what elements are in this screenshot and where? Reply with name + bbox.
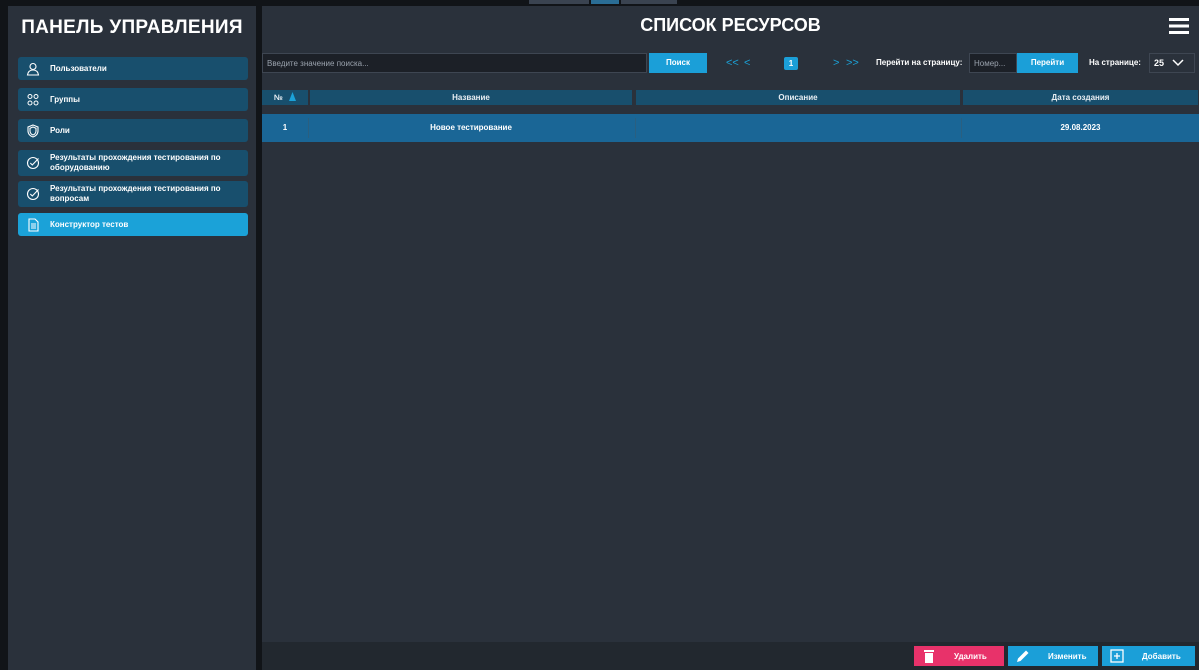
- sidebar-item-label: Группы: [50, 94, 80, 104]
- top-strip: [591, 0, 619, 4]
- shield-icon: [27, 123, 39, 138]
- cell-description: [636, 114, 960, 142]
- pencil-icon: [1017, 650, 1029, 662]
- app-window: ПАНЕЛЬ УПРАВЛЕНИЯ Пользователи Группы Ро…: [0, 0, 1199, 670]
- add-button[interactable]: Добавить: [1102, 646, 1195, 666]
- top-strip: [529, 0, 589, 4]
- column-header-description[interactable]: Описание: [636, 90, 960, 105]
- search-button[interactable]: Поиск: [649, 53, 707, 73]
- cell-date: 29.08.2023: [1060, 123, 1101, 132]
- main-panel: СПИСОК РЕСУРСОВ Поиск << < 1 > >> Перейт…: [262, 6, 1199, 670]
- last-page-button[interactable]: >>: [846, 53, 859, 73]
- cell-divider: [961, 118, 962, 138]
- per-page-value: 25: [1154, 58, 1165, 68]
- check-badge-icon: [26, 187, 40, 201]
- sidebar: ПАНЕЛЬ УПРАВЛЕНИЯ Пользователи Группы Ро…: [8, 6, 256, 670]
- hamburger-menu-icon[interactable]: [1169, 18, 1189, 34]
- cell-divider: [308, 118, 309, 138]
- edit-button[interactable]: Изменить: [1008, 646, 1098, 666]
- plus-square-icon: [1110, 649, 1124, 663]
- sidebar-item-label: Конструктор тестов: [50, 219, 129, 229]
- sidebar-item-label: Пользователи: [50, 63, 107, 73]
- table-row[interactable]: 1 Новое тестирование 29.08.2023: [262, 114, 1199, 142]
- sidebar-item-test-builder[interactable]: Конструктор тестов: [18, 213, 248, 236]
- column-header-name[interactable]: Название: [310, 90, 632, 105]
- column-header-created[interactable]: Дата создания: [963, 90, 1198, 105]
- next-page-button[interactable]: >: [833, 53, 839, 73]
- goto-page-button[interactable]: Перейти: [1017, 53, 1078, 73]
- user-icon: [26, 62, 40, 76]
- edit-label: Изменить: [1048, 651, 1087, 661]
- add-label: Добавить: [1142, 651, 1181, 661]
- trash-icon: [924, 650, 934, 663]
- sidebar-item-label: Роли: [50, 125, 70, 135]
- page-title: СПИСОК РЕСУРСОВ: [640, 15, 821, 35]
- delete-button[interactable]: Удалить: [914, 646, 1004, 666]
- sort-asc-icon: [289, 92, 297, 101]
- main-header: СПИСОК РЕСУРСОВ: [262, 6, 1199, 44]
- sidebar-item-results-questions[interactable]: Результаты прохождения тестирования по в…: [18, 181, 248, 207]
- sidebar-item-label: Результаты прохождения тестирования по в…: [50, 184, 221, 203]
- current-page-button[interactable]: 1: [784, 57, 798, 70]
- chevron-down-icon: [1172, 59, 1184, 67]
- sidebar-item-results-equipment[interactable]: Результаты прохождения тестирования по о…: [18, 150, 248, 176]
- users-icon: [27, 93, 39, 105]
- goto-page-label: Перейти на страницу:: [876, 58, 963, 67]
- sidebar-item-groups[interactable]: Группы: [18, 88, 248, 111]
- per-page-select[interactable]: 25: [1149, 53, 1195, 73]
- search-input[interactable]: [262, 53, 647, 73]
- toolbar: Поиск << < 1 > >> Перейти на страницу: П…: [262, 53, 1199, 73]
- per-page-label: На странице:: [1089, 58, 1141, 67]
- column-header-label: №: [273, 93, 283, 102]
- sidebar-item-roles[interactable]: Роли: [18, 119, 248, 142]
- cell-name: Новое тестирование: [430, 123, 512, 132]
- footer-bar: Удалить Изменить Добавить: [262, 642, 1199, 670]
- top-strip: [621, 0, 677, 4]
- sidebar-item-label: Результаты прохождения тестирования по о…: [50, 153, 221, 172]
- column-header-number[interactable]: №: [262, 90, 308, 105]
- prev-page-button[interactable]: <: [744, 53, 750, 73]
- check-badge-icon: [26, 156, 40, 170]
- delete-label: Удалить: [954, 651, 987, 661]
- cell-number: 1: [282, 123, 288, 132]
- sidebar-item-users[interactable]: Пользователи: [18, 57, 248, 80]
- sidebar-title: ПАНЕЛЬ УПРАВЛЕНИЯ: [8, 6, 256, 50]
- goto-page-input[interactable]: [969, 53, 1017, 73]
- document-icon: [28, 217, 39, 232]
- first-page-button[interactable]: <<: [726, 53, 739, 73]
